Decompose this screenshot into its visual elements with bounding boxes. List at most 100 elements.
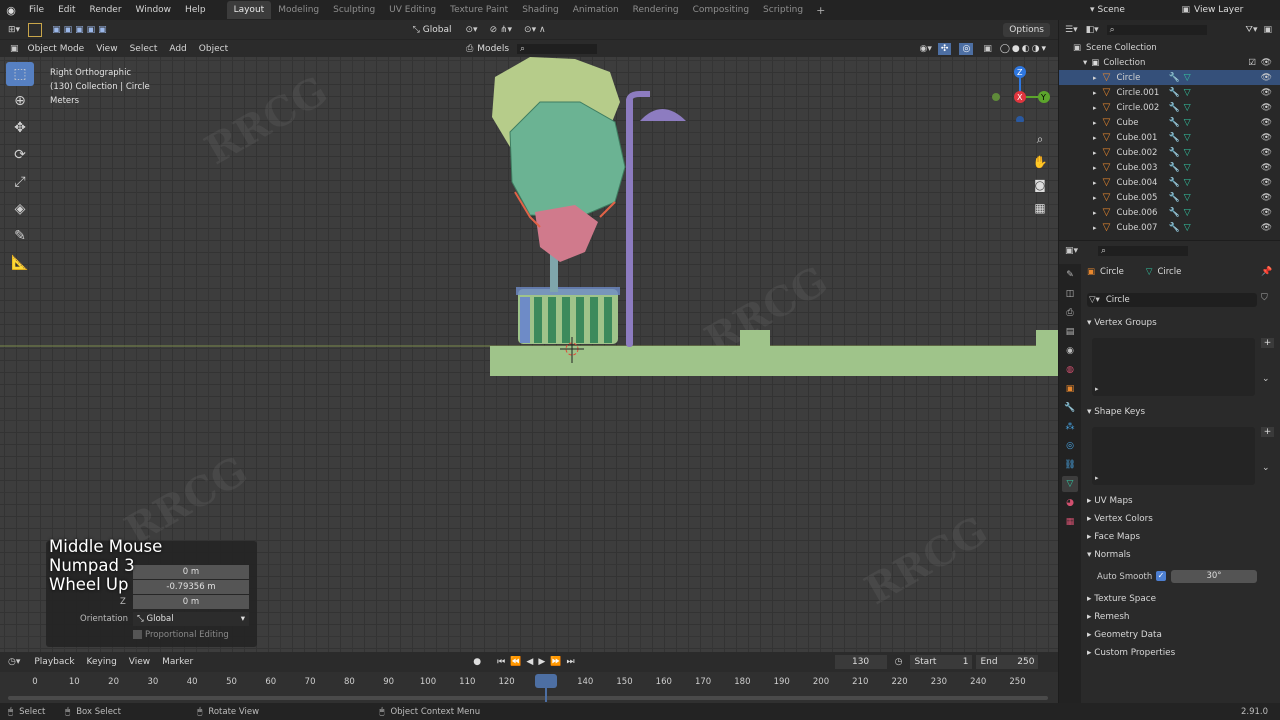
select-mode-icons[interactable]: ▣▣▣▣▣ xyxy=(52,25,110,35)
proportional-checkbox[interactable]: Proportional Editing xyxy=(133,630,229,640)
z-field[interactable]: 0 m xyxy=(133,595,249,609)
collection-row[interactable]: ▾ ▣ Collection ☑ 👁 xyxy=(1059,55,1280,70)
properties-search-icon[interactable]: ⌕ xyxy=(1098,246,1189,256)
material-tab-icon[interactable]: ◕ xyxy=(1062,495,1078,511)
cursor-tool-icon[interactable]: ⊕ xyxy=(6,89,34,113)
mesh-data-icon[interactable]: ▽ xyxy=(1184,133,1191,143)
object-tab-icon[interactable]: ▣ xyxy=(1062,381,1078,397)
outliner-item[interactable]: ▸ ▽ Cube.002 🔧 ▽ 👁 xyxy=(1059,145,1280,160)
eye-icon[interactable]: 👁 xyxy=(1261,148,1272,158)
scene-icon[interactable]: ▾ xyxy=(1087,5,1098,15)
tab-layout[interactable]: Layout xyxy=(226,1,272,19)
eye-icon[interactable]: 👁 xyxy=(1261,88,1272,98)
expand-chevron-icon[interactable]: ▸ xyxy=(1093,179,1097,187)
wrench-icon[interactable]: 🔧 xyxy=(1169,148,1180,158)
mesh-data-icon[interactable]: ▽ xyxy=(1184,208,1191,218)
keying-menu[interactable]: Keying xyxy=(81,657,123,667)
menu-render[interactable]: Render xyxy=(83,5,129,15)
rotate-tool-icon[interactable]: ⟳ xyxy=(6,143,34,167)
list-resize-icon[interactable]: ▸ xyxy=(1095,474,1099,482)
tab-scripting[interactable]: Scripting xyxy=(756,1,810,19)
start-field[interactable]: Start 1 xyxy=(910,655,973,669)
blender-logo-icon[interactable]: ◉ xyxy=(0,4,22,17)
tab-animation[interactable]: Animation xyxy=(566,1,626,19)
transform-tool-icon[interactable]: ◈ xyxy=(6,197,34,221)
face-maps-panel[interactable]: ▸ Face Maps xyxy=(1087,532,1140,542)
uv-maps-panel[interactable]: ▸ UV Maps xyxy=(1087,496,1133,506)
annotate-tool-icon[interactable]: ✎ xyxy=(6,224,34,248)
eye-icon[interactable]: 👁 xyxy=(1261,118,1272,128)
auto-smooth-checkbox[interactable]: ✓ xyxy=(1156,571,1166,581)
shape-keys-list[interactable]: ▸ xyxy=(1092,427,1255,485)
mesh-data-icon[interactable]: ▽ xyxy=(1184,163,1191,173)
mesh-data-icon[interactable]: ▽ xyxy=(1184,118,1191,128)
expand-chevron-icon[interactable]: ▸ xyxy=(1093,164,1097,172)
playback-controls-icon[interactable]: ⏮⏪◀▶⏩⏭ xyxy=(497,657,579,667)
vertex-groups-list[interactable]: ▸ xyxy=(1092,338,1255,396)
add-menu[interactable]: Add xyxy=(163,44,192,54)
expand-chevron-icon[interactable]: ▸ xyxy=(1093,194,1097,202)
wrench-icon[interactable]: 🔧 xyxy=(1169,118,1180,128)
geometry-data-panel[interactable]: ▸ Geometry Data xyxy=(1087,630,1162,640)
mesh-data-icon[interactable]: ▽ xyxy=(1184,88,1191,98)
current-frame-field[interactable]: 130 xyxy=(834,655,887,669)
pin-icon[interactable]: 📌 xyxy=(1261,267,1272,277)
add-shape-key-icon[interactable]: + xyxy=(1261,427,1274,437)
mesh-browse-icon[interactable]: ▽▾ xyxy=(1089,295,1100,305)
world-tab-icon[interactable]: ◍ xyxy=(1062,362,1078,378)
add-vertex-group-icon[interactable]: + xyxy=(1261,338,1274,348)
shape-keys-panel[interactable]: ▾ Shape Keys xyxy=(1087,407,1145,417)
eye-icon[interactable]: 👁 xyxy=(1261,103,1272,113)
output-tab-icon[interactable]: ⎙ xyxy=(1062,305,1078,321)
timeline-editor-icon[interactable]: ◷▾ xyxy=(0,657,28,667)
outliner-item[interactable]: ▸ ▽ Cube.005 🔧 ▽ 👁 xyxy=(1059,190,1280,205)
new-collection-icon[interactable]: ▣ xyxy=(1263,25,1280,35)
physics-tab-icon[interactable]: ◎ xyxy=(1062,438,1078,454)
auto-smooth-angle-field[interactable]: 30° xyxy=(1171,570,1257,583)
eye-icon[interactable]: 👁 xyxy=(1261,208,1272,218)
playback-menu[interactable]: Playback xyxy=(28,657,80,667)
camera-icon[interactable]: ◙ xyxy=(1031,174,1049,197)
grid-ortho-icon[interactable]: ▦ xyxy=(1031,197,1049,220)
outliner-editor-icon[interactable]: ☰▾ xyxy=(1065,25,1078,35)
expand-chevron-icon[interactable]: ▸ xyxy=(1093,104,1097,112)
gizmo-toggle-icon[interactable]: ✣ xyxy=(937,42,952,55)
wrench-icon[interactable]: 🔧 xyxy=(1169,163,1180,173)
outliner-filter-icon[interactable]: ⛛▾ xyxy=(1245,25,1263,35)
expand-chevron-icon[interactable]: ▸ xyxy=(1093,209,1097,217)
remesh-panel[interactable]: ▸ Remesh xyxy=(1087,612,1130,622)
mesh-data-icon[interactable]: ▽ xyxy=(1184,148,1191,158)
object-mode-icon[interactable]: ▣ xyxy=(0,44,22,54)
scene-tab-icon[interactable]: ◉ xyxy=(1062,343,1078,359)
options-button[interactable]: Options xyxy=(1003,22,1050,37)
editor-type-icon[interactable]: ⊞▾ xyxy=(0,25,28,35)
shading-modes-icon[interactable]: ◯●◐◑▾ xyxy=(996,44,1058,54)
menu-file[interactable]: File xyxy=(22,5,51,15)
eye-icon[interactable]: 👁 xyxy=(1261,73,1272,83)
outliner-item[interactable]: ▸ ▽ Cube 🔧 ▽ 👁 xyxy=(1059,115,1280,130)
normals-panel[interactable]: ▾ Normals xyxy=(1087,550,1131,560)
expand-chevron-icon[interactable]: ▸ xyxy=(1093,134,1097,142)
vertex-group-menu-icon[interactable]: ⌄ xyxy=(1262,374,1270,384)
playhead[interactable] xyxy=(535,674,557,688)
measure-tool-icon[interactable]: 📐 xyxy=(6,251,34,275)
pivot-icon[interactable]: ⊙▾ xyxy=(460,25,484,35)
orientation-select[interactable]: ⤡ Global ▾ xyxy=(133,612,249,626)
pan-hand-icon[interactable]: ✋ xyxy=(1031,151,1049,174)
mesh-data-icon[interactable]: ▽ xyxy=(1184,73,1191,83)
constraints-tab-icon[interactable]: ⛓ xyxy=(1062,457,1078,473)
eye-icon[interactable]: 👁 xyxy=(1261,223,1272,233)
mesh-data-icon[interactable]: ▽ xyxy=(1184,178,1191,188)
tab-shading[interactable]: Shading xyxy=(515,1,566,19)
zoom-icon[interactable]: ⌕ xyxy=(1031,128,1049,151)
wrench-icon[interactable]: 🔧 xyxy=(1169,88,1180,98)
scale-tool-icon[interactable]: ⤢ xyxy=(6,170,34,194)
scene-collection-row[interactable]: ▣ Scene Collection xyxy=(1059,40,1280,55)
eye-icon[interactable]: 👁 xyxy=(1261,133,1272,143)
shape-key-menu-icon[interactable]: ⌄ xyxy=(1262,463,1270,473)
texture-space-panel[interactable]: ▸ Texture Space xyxy=(1087,594,1156,604)
list-resize-icon[interactable]: ▸ xyxy=(1095,385,1099,393)
expand-chevron-icon[interactable]: ▸ xyxy=(1093,89,1097,97)
render-tab-icon[interactable]: ◫ xyxy=(1062,286,1078,302)
overlay-toggle-icon[interactable]: ◎ xyxy=(959,42,974,55)
